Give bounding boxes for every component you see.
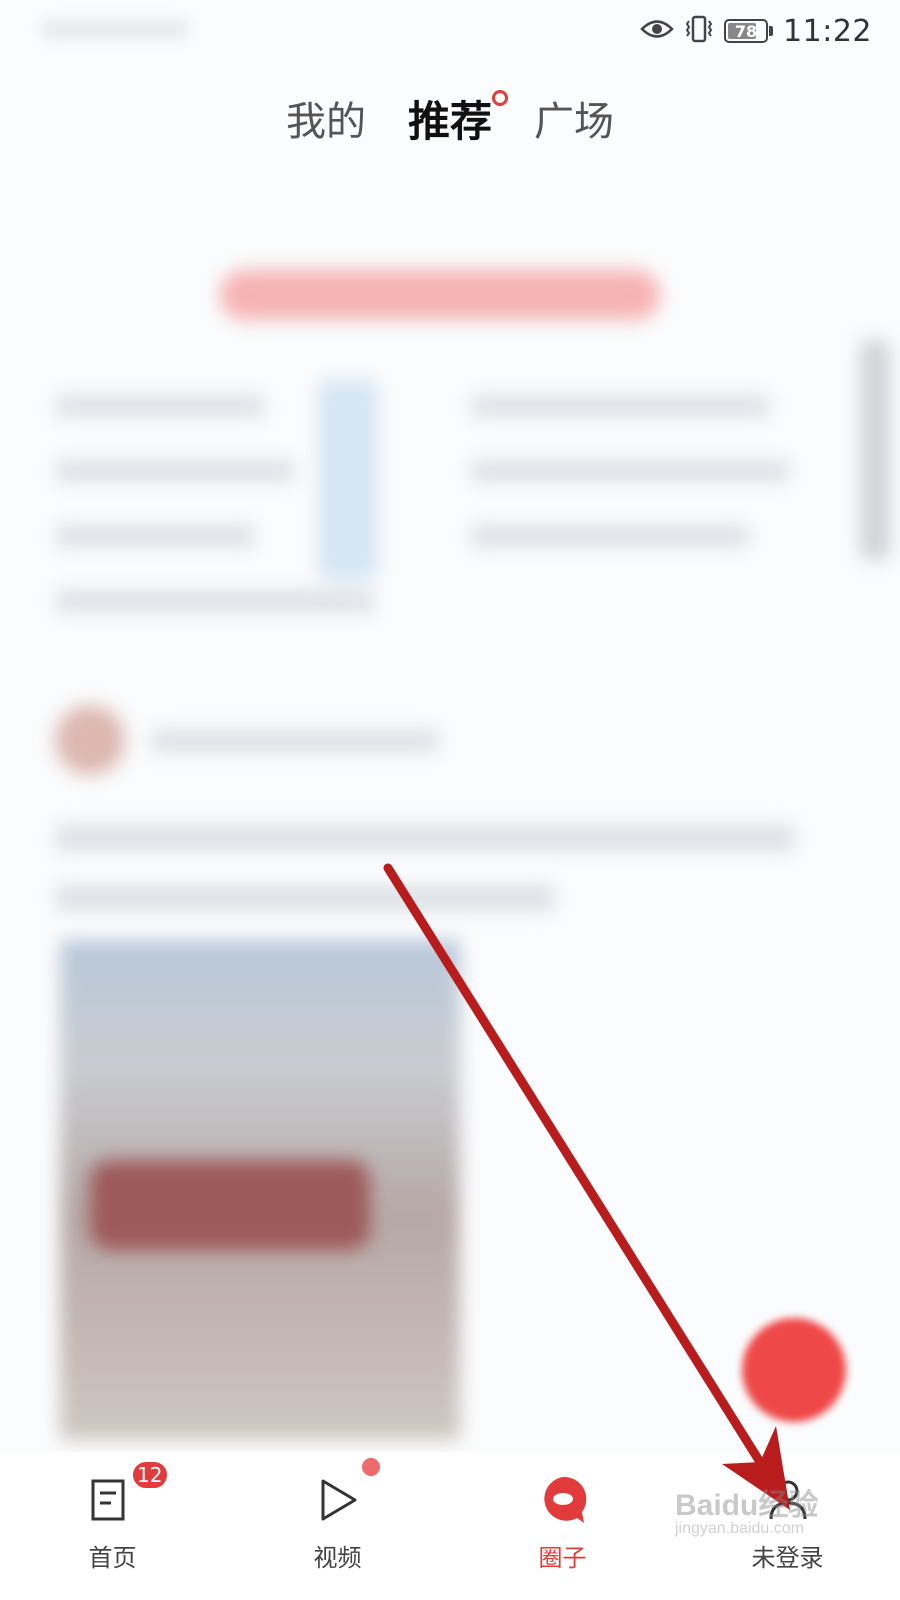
blurred-text-line	[470, 460, 790, 482]
status-bar: 78 11:22	[0, 0, 900, 62]
tab-recommend[interactable]: 推荐	[407, 88, 508, 149]
nav-label: 未登录	[751, 1544, 824, 1572]
bottom-nav: 12 首页 视频 圈子 未登录	[0, 1452, 900, 1600]
blurred-text-line	[150, 730, 440, 752]
top-tab-bar: 我的 推荐 广场	[0, 88, 900, 148]
blurred-photo-detail	[90, 1160, 370, 1250]
tab-mine[interactable]: 我的	[286, 89, 366, 147]
status-right: 78 11:22	[640, 10, 872, 52]
nav-label: 视频	[313, 1544, 362, 1572]
blurred-banner	[220, 270, 660, 320]
user-icon	[760, 1472, 816, 1528]
news-icon: 12	[85, 1460, 169, 1528]
battery-icon: 78	[724, 19, 774, 43]
vibrate-icon	[684, 15, 714, 47]
blurred-feed	[0, 160, 900, 1460]
blurred-text-line	[55, 460, 295, 482]
nav-item-profile[interactable]: 未登录	[698, 1472, 878, 1573]
nav-label: 首页	[88, 1544, 137, 1572]
blurred-text-line	[55, 395, 265, 417]
blurred-text-line	[470, 395, 770, 417]
tab-label: 我的	[285, 99, 366, 145]
circle-bubble-icon	[535, 1472, 591, 1528]
blurred-text-line	[55, 590, 375, 612]
blurred-avatar	[55, 705, 125, 775]
blurred-image-block	[318, 380, 378, 580]
status-left-blurred	[40, 18, 190, 40]
blurred-side-element	[860, 340, 890, 560]
eye-icon	[640, 18, 674, 44]
tab-new-dot	[492, 89, 508, 106]
tab-square[interactable]: 广场	[534, 89, 614, 147]
nav-item-circle[interactable]: 圈子	[473, 1472, 653, 1573]
floating-action-button[interactable]	[742, 1318, 846, 1422]
video-new-dot	[361, 1458, 380, 1476]
blurred-text-line	[470, 525, 750, 547]
blurred-text-line	[55, 525, 255, 547]
nav-item-video[interactable]: 视频	[248, 1458, 428, 1573]
nav-label: 圈子	[538, 1544, 587, 1572]
play-icon	[310, 1458, 380, 1528]
tab-label: 推荐	[407, 96, 492, 146]
status-time: 11:22	[783, 13, 872, 49]
battery-level: 78	[734, 21, 758, 41]
app-screen: 78 11:22 我的 推荐 广场 12 首页 视频 圈子 未登录 Baidu经…	[0, 0, 900, 1600]
blurred-text-line	[55, 825, 795, 851]
home-badge: 12	[131, 1460, 169, 1490]
tab-label: 广场	[534, 99, 614, 145]
blurred-text-line	[55, 885, 555, 911]
nav-item-home[interactable]: 12 首页	[23, 1460, 203, 1573]
